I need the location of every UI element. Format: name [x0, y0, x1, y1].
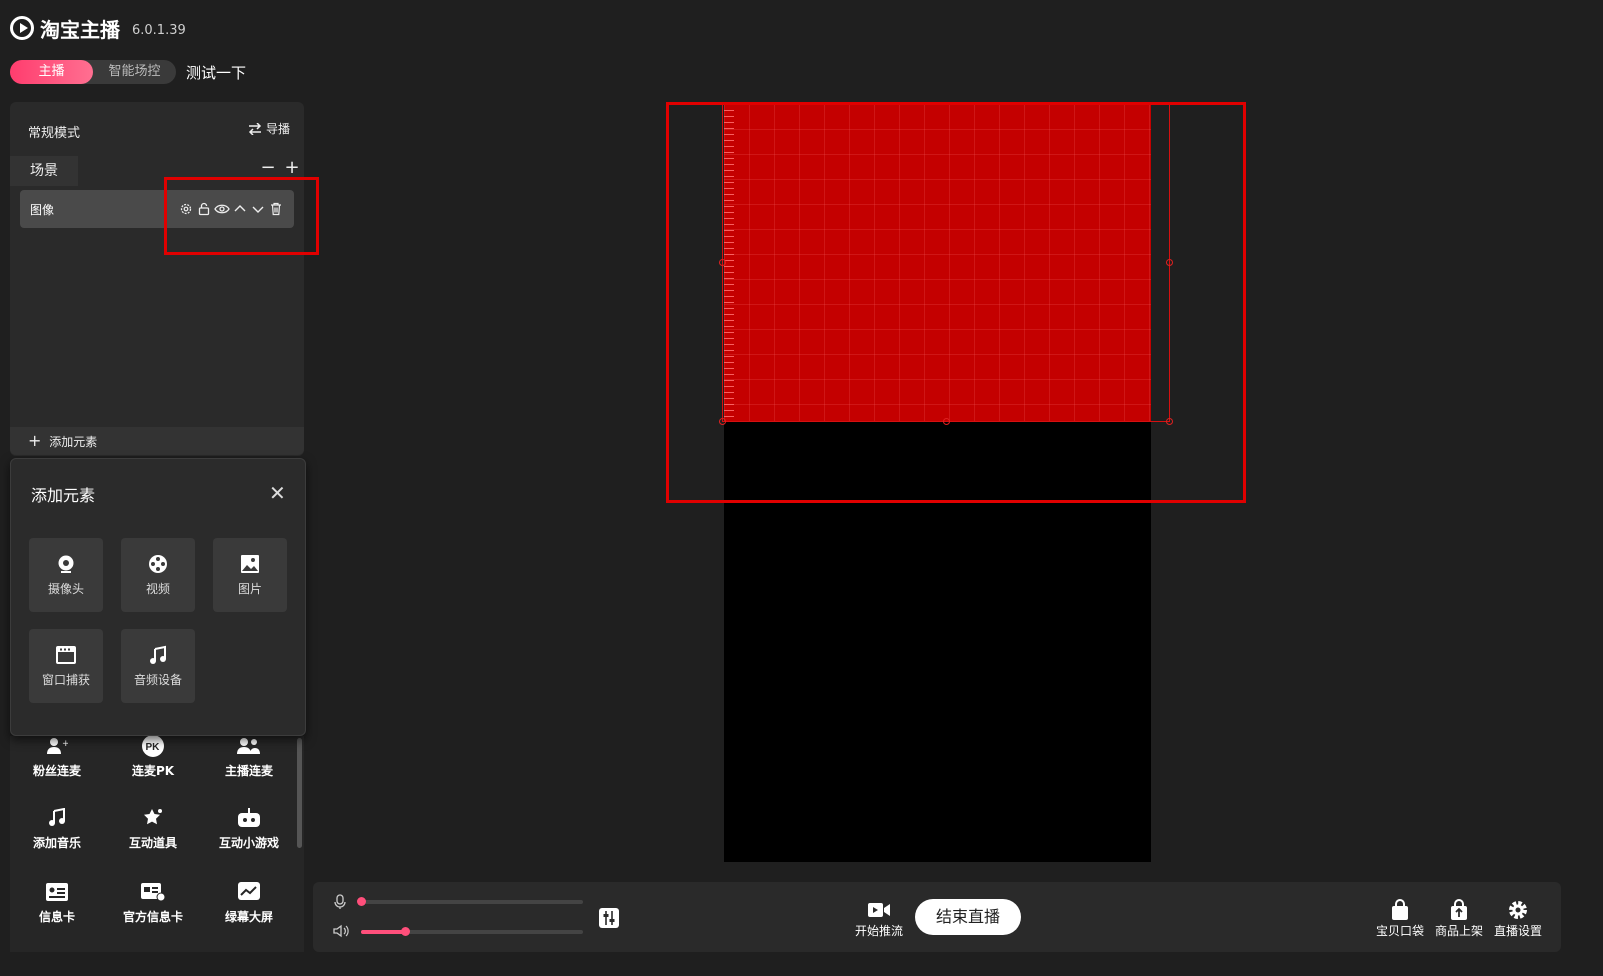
tool-add-music[interactable]: 添加音乐	[10, 806, 104, 851]
highlight-canvas-region	[666, 102, 1246, 503]
highlight-layer-tools	[164, 177, 319, 255]
product-bag-label: 宝贝口袋	[1375, 924, 1424, 938]
speaker-volume-fill	[361, 930, 406, 934]
add-scene-button[interactable]: +	[284, 159, 300, 177]
tab-scene[interactable]: 场景	[10, 156, 78, 186]
tools-scrollbar[interactable]	[297, 738, 302, 848]
tile-label: 音频设备	[133, 672, 182, 687]
tool-label: 互动小游戏	[218, 836, 279, 850]
tool-label: 绿幕大屏	[224, 910, 273, 924]
live-settings-label: 直播设置	[1493, 924, 1542, 938]
mixer-button[interactable]	[599, 908, 619, 928]
mic-volume-knob[interactable]	[357, 897, 366, 906]
app-logo: 淘宝主播 6.0.1.39	[10, 14, 186, 42]
green-screen-icon	[202, 880, 296, 904]
tools-grid: + 粉丝连麦 PK 连麦PK 主播连麦 添加音乐 互动道具 互动小游戏 信息卡 …	[10, 734, 304, 952]
svg-text:PK: PK	[146, 742, 161, 753]
app-version: 6.0.1.39	[132, 22, 186, 38]
tile-camera[interactable]: 摄像头	[29, 538, 103, 612]
image-icon	[241, 554, 259, 573]
mixer-icon	[603, 911, 615, 925]
plus-icon: +	[28, 431, 42, 450]
tool-info-card[interactable]: 信息卡	[10, 880, 104, 925]
upload-bag-icon	[1432, 898, 1486, 922]
tool-fans-link[interactable]: + 粉丝连麦	[10, 734, 104, 779]
close-icon[interactable]: ✕	[269, 481, 286, 505]
microphone-icon[interactable]	[333, 894, 347, 910]
webcam-icon	[58, 555, 74, 573]
start-push-label: 开始推流	[854, 924, 903, 938]
fans-link-icon: +	[10, 734, 104, 758]
app-name: 淘宝主播	[40, 17, 120, 42]
tool-label: 主播连麦	[224, 764, 273, 778]
layer-name: 图像	[30, 203, 55, 217]
swap-icon	[248, 122, 262, 135]
add-element-popup: 添加元素 ✕ 摄像头 视频 图片 窗口捕获 音频设备	[10, 458, 306, 736]
end-live-button[interactable]: 结束直播	[915, 899, 1021, 935]
speaker-volume-knob[interactable]	[401, 927, 411, 936]
tile-window-capture[interactable]: 窗口捕获	[29, 629, 103, 703]
tool-official-info-card[interactable]: 官方信息卡	[106, 880, 200, 925]
live-settings-button[interactable]: 直播设置	[1491, 898, 1545, 939]
music-note-icon	[150, 645, 166, 664]
game-icon	[202, 806, 296, 830]
scene-panel: 常规模式 导播 场景 − + 图像	[10, 102, 304, 456]
film-reel-icon	[149, 554, 167, 573]
tile-video[interactable]: 视频	[121, 538, 195, 612]
speaker-volume-slider[interactable]	[361, 927, 583, 936]
official-card-icon	[106, 880, 200, 904]
info-card-icon	[10, 880, 104, 904]
tile-label: 窗口捕获	[41, 672, 90, 687]
tile-label: 视频	[145, 581, 170, 596]
tile-label: 摄像头	[47, 581, 84, 596]
tool-label: 粉丝连麦	[32, 764, 81, 778]
mode-tabs: 主播 智能场控	[10, 60, 176, 84]
tool-mini-game[interactable]: 互动小游戏	[202, 806, 296, 851]
window-icon	[56, 645, 76, 664]
add-element-label: 添加元素	[49, 435, 98, 449]
tool-link-pk[interactable]: PK 连麦PK	[106, 734, 200, 779]
taobao-live-logo-icon	[10, 16, 34, 40]
guide-button[interactable]: 导播	[248, 120, 290, 137]
gear-icon	[1491, 898, 1545, 922]
tab-anchor[interactable]: 主播	[10, 60, 93, 84]
remove-scene-button[interactable]: −	[260, 159, 276, 177]
tool-label: 信息卡	[38, 910, 75, 924]
tool-label: 添加音乐	[32, 836, 81, 850]
tool-label: 连麦PK	[131, 764, 175, 778]
tile-label: 图片	[237, 581, 262, 596]
popup-title: 添加元素	[31, 486, 96, 505]
pk-icon: PK	[106, 734, 200, 758]
mode-label: 常规模式	[28, 126, 81, 141]
props-icon	[106, 806, 200, 830]
tab-smart-control[interactable]: 智能场控	[93, 60, 176, 84]
room-title: 测试一下	[186, 64, 247, 82]
bag-icon	[1373, 898, 1427, 922]
tool-anchor-link[interactable]: 主播连麦	[202, 734, 296, 779]
guide-label: 导播	[265, 122, 290, 136]
tool-label: 互动道具	[128, 836, 177, 850]
tool-label: 官方信息卡	[122, 910, 183, 924]
video-camera-icon	[851, 898, 907, 922]
music-icon	[10, 806, 104, 830]
list-product-label: 商品上架	[1434, 924, 1483, 938]
tile-audio-device[interactable]: 音频设备	[121, 629, 195, 703]
tool-green-screen[interactable]: 绿幕大屏	[202, 880, 296, 925]
mic-volume-slider[interactable]	[357, 897, 583, 906]
anchor-link-icon	[202, 734, 296, 758]
bottom-control-bar: 开始推流 结束直播 宝贝口袋 商品上架 直播设置	[313, 882, 1561, 952]
list-product-button[interactable]: 商品上架	[1432, 898, 1486, 939]
add-element-button[interactable]: + 添加元素	[10, 427, 304, 455]
svg-text:+: +	[62, 739, 68, 749]
speaker-icon[interactable]	[333, 924, 349, 938]
tool-interactive-props[interactable]: 互动道具	[106, 806, 200, 851]
tile-image[interactable]: 图片	[213, 538, 287, 612]
product-bag-button[interactable]: 宝贝口袋	[1373, 898, 1427, 939]
start-push-button[interactable]: 开始推流	[851, 898, 907, 939]
